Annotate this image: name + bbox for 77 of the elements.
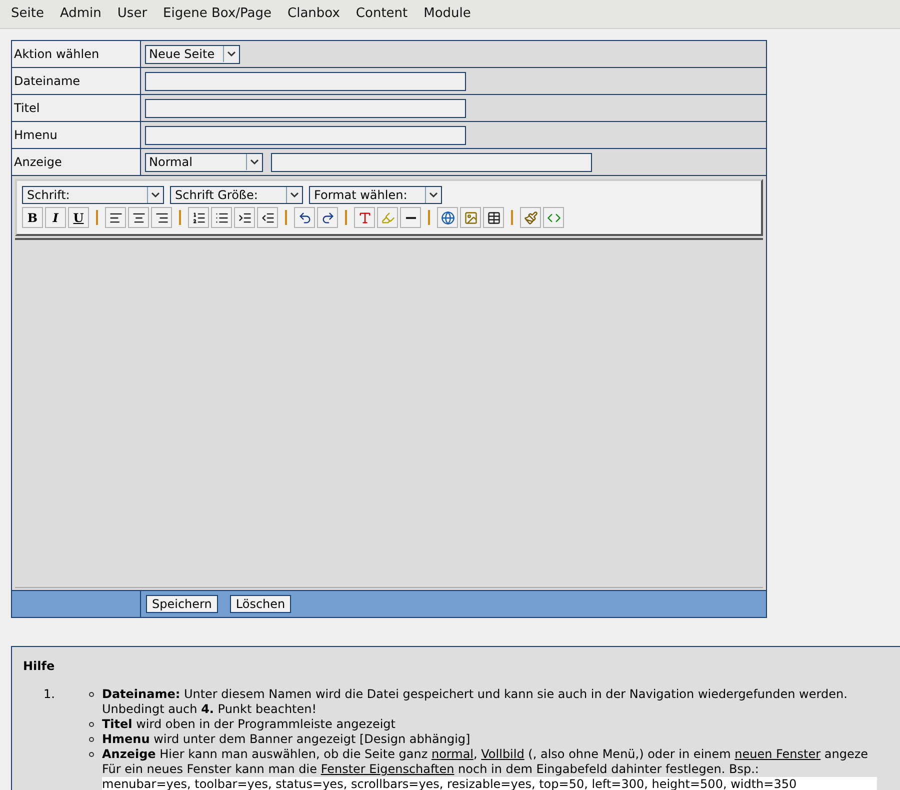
outdent-icon bbox=[260, 210, 274, 224]
menu-item[interactable]: Content bbox=[348, 4, 416, 24]
toolbar-select[interactable]: Schrift Größe: bbox=[170, 186, 303, 204]
indent-icon bbox=[238, 210, 252, 224]
text-color-icon bbox=[358, 210, 372, 224]
toolbar-separator bbox=[285, 210, 287, 225]
toolbar-separator bbox=[345, 210, 347, 225]
bullet-list-icon bbox=[214, 210, 228, 224]
numbered-list-button[interactable] bbox=[188, 207, 209, 228]
help-link[interactable]: neuen Fenster bbox=[734, 747, 821, 761]
toolbar-select[interactable]: Schrift: bbox=[22, 186, 164, 204]
input-field[interactable] bbox=[271, 152, 592, 172]
highlighter-icon bbox=[380, 210, 394, 224]
toolbar-separator bbox=[428, 210, 430, 225]
italic-button[interactable]: I bbox=[45, 207, 66, 228]
help-link[interactable]: normal bbox=[431, 747, 474, 761]
outdent-button[interactable] bbox=[257, 207, 278, 228]
action-select[interactable]: Neue Seite bbox=[145, 44, 240, 64]
help-text: Titel wird oben in der Programmleiste angezeigt bbox=[102, 717, 396, 732]
table-icon bbox=[486, 210, 500, 224]
bullet-list-button[interactable] bbox=[211, 207, 232, 228]
align-right-icon bbox=[154, 210, 168, 224]
toolbar-select[interactable]: Format wählen: bbox=[309, 186, 442, 204]
form-button[interactable]: Speichern bbox=[146, 595, 218, 613]
menu-item[interactable]: Admin bbox=[52, 4, 110, 24]
bullet-icon bbox=[89, 737, 94, 742]
help-link[interactable]: Vollbild bbox=[481, 747, 524, 761]
input-field[interactable] bbox=[145, 126, 466, 144]
input-field[interactable] bbox=[145, 72, 466, 90]
bullet-icon bbox=[89, 722, 94, 727]
bullet-icon bbox=[89, 752, 94, 757]
form-label: Dateiname bbox=[12, 68, 141, 94]
code-button[interactable] bbox=[543, 207, 564, 228]
bold-button[interactable]: B bbox=[22, 207, 43, 228]
align-left-icon bbox=[108, 210, 122, 224]
underline-button[interactable]: U bbox=[68, 207, 89, 228]
toolbar-separator bbox=[96, 210, 98, 225]
toolbar-separator bbox=[511, 210, 513, 225]
globe-button[interactable] bbox=[437, 207, 458, 228]
indent-button[interactable] bbox=[234, 207, 255, 228]
form-button[interactable]: Löschen bbox=[230, 595, 292, 613]
globe-icon bbox=[440, 210, 454, 224]
list-number: 1. bbox=[42, 687, 55, 703]
align-right-button[interactable] bbox=[151, 207, 172, 228]
align-left-button[interactable] bbox=[105, 207, 126, 228]
redo-button[interactable] bbox=[317, 207, 338, 228]
bullet-icon bbox=[89, 692, 94, 697]
form-label: Hmenu bbox=[12, 122, 141, 148]
menu-item[interactable]: Module bbox=[416, 4, 479, 24]
help-text: Anzeige Hier kann man auswählen, ob die Seite ganz normal, Vollbild (, also ohne Menü,) oder in einem neuen Fenster angeze Für ein neues Fenster kann man die Fenster Eigenschaften noch in dem Eingabefeld dahinter festlegen. Bsp.: bbox=[102, 747, 870, 777]
image-button[interactable] bbox=[460, 207, 481, 228]
undo-button[interactable] bbox=[294, 207, 315, 228]
menu-item[interactable]: Seite bbox=[3, 4, 52, 24]
help-text: Dateiname: Unter diesem Namen wird die Datei gespeichert und kann sie auch in der Navigation wiedergefunden werden. Unbedingt auch 4. Punkt beachten! bbox=[102, 687, 848, 717]
text-color-button[interactable] bbox=[354, 207, 375, 228]
menu-item[interactable]: Clanbox bbox=[280, 4, 348, 24]
form-label: Aktion wählen bbox=[12, 41, 141, 67]
help-link[interactable]: Fenster Eigenschaften bbox=[320, 762, 454, 776]
align-center-icon bbox=[132, 210, 146, 224]
paintbrush-icon bbox=[524, 210, 538, 224]
horizontal-rule-button[interactable] bbox=[400, 207, 421, 228]
align-center-button[interactable] bbox=[128, 207, 149, 228]
redo-icon bbox=[320, 210, 334, 224]
form-label: Anzeige bbox=[12, 149, 141, 175]
image-icon bbox=[464, 210, 478, 224]
table-button[interactable] bbox=[483, 207, 504, 228]
help-text: Hmenu wird unter dem Banner angezeigt [Design abhängig] bbox=[102, 732, 470, 747]
input-field[interactable] bbox=[145, 98, 466, 118]
toolbar-separator bbox=[179, 210, 181, 225]
paintbrush-button[interactable] bbox=[520, 207, 541, 228]
undo-icon bbox=[298, 210, 312, 224]
help-title: Hilfe bbox=[23, 658, 56, 675]
form-label: Titel bbox=[12, 95, 141, 121]
display-select[interactable]: Normal bbox=[145, 152, 263, 172]
menu-item[interactable]: User bbox=[109, 4, 156, 24]
menu-item[interactable]: Eigene Box/Page bbox=[155, 4, 280, 24]
numbered-list-icon bbox=[192, 210, 206, 224]
